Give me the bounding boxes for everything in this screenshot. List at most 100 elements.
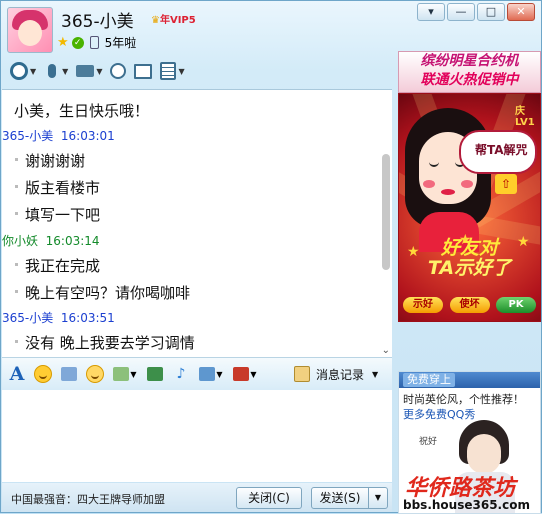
qq-online-icon[interactable]: ✓: [71, 36, 84, 49]
years-label: 5年啦: [104, 36, 137, 50]
pk-button[interactable]: PK: [496, 297, 536, 313]
voice-message-button[interactable]: ▼: [110, 363, 140, 385]
window-controls: ▾ — □ ✕: [417, 3, 535, 21]
message-history-button[interactable]: 消息记录 ▼: [294, 366, 378, 383]
character-cheek: [423, 180, 435, 188]
message-text: 小美，生日快乐哦！: [14, 102, 150, 120]
chevron-down-icon: ▼: [372, 369, 379, 379]
character-cheek: [461, 180, 473, 188]
app-button[interactable]: ▼: [157, 59, 187, 83]
avatar-face: [18, 20, 42, 46]
chat-window: 365-小美 ♛年VIP5 ★ ✓ 5年啦 ▾ — □ ✕ ▼ ▼ ▼ ▼ 小美…: [0, 0, 542, 514]
chevron-down-icon: ▼: [250, 369, 257, 379]
close-window-button[interactable]: ✕: [507, 3, 535, 21]
bubble-text[interactable]: 帮TA解咒: [475, 141, 528, 158]
history-icon: [294, 366, 310, 382]
chat-scrollbar[interactable]: [382, 154, 390, 270]
message-text: 没有 晚上我要去学习调情: [2, 332, 195, 353]
chat-history[interactable]: 小美，生日快乐哦！ 365-小美 16:03:01 谢谢谢谢 版主看楼市 填写一…: [2, 89, 392, 358]
toolbox-button[interactable]: ▼: [230, 363, 260, 385]
message-text: 版主看楼市: [2, 177, 100, 198]
avatar-face: [467, 434, 501, 474]
history-label: 消息记录: [316, 367, 365, 382]
scroll-to-bottom-icon[interactable]: ⌄: [382, 345, 390, 356]
music-icon: ♪: [176, 366, 186, 382]
chevron-down-icon: ▼: [62, 66, 69, 76]
message-text: 我正在完成: [2, 255, 100, 276]
message-header: 365-小美 16:03:01: [2, 129, 115, 143]
show-kindness-button[interactable]: 示好: [403, 297, 443, 313]
file-transfer-button[interactable]: ▼: [73, 59, 105, 83]
close-button[interactable]: 关闭(C): [236, 487, 302, 509]
game-action-buttons: 示好 使坏 PK: [403, 297, 536, 313]
maximize-button[interactable]: □: [477, 3, 505, 21]
chevron-down-icon: ▼: [30, 66, 37, 76]
mobile-icon[interactable]: [89, 36, 99, 49]
vip-crown-icon: ♛: [151, 15, 160, 26]
more-qq-show-link[interactable]: 更多免费QQ秀: [403, 406, 475, 422]
menu-button[interactable]: ▾: [417, 3, 445, 21]
chevron-down-icon: ▼: [216, 369, 223, 379]
message-text: 晚上有空吗？请你喝咖啡: [2, 282, 190, 303]
video-call-icon: [10, 62, 28, 80]
vip-prefix: 年: [159, 15, 170, 26]
send-options-button[interactable]: ▼: [368, 487, 388, 509]
ad-slogan: 时尚英伦风，个性推荐！: [403, 393, 524, 406]
music-button[interactable]: ♪: [170, 363, 192, 385]
news-ticker[interactable]: 中国最强音：四大王牌导师加盟: [11, 491, 165, 507]
chevron-down-icon: ▼: [178, 66, 185, 76]
chevron-down-icon: ▼: [130, 369, 137, 379]
ad-header: 免费穿上: [399, 372, 540, 388]
voice-call-icon: [48, 64, 57, 78]
app-icon: [160, 62, 177, 80]
level-badge: 庆LV1: [515, 106, 535, 128]
top-ad-line2: 联通火热促销中: [420, 72, 519, 88]
try-on-tab[interactable]: 免费穿上: [403, 373, 455, 387]
format-toolbar: A ▼ ♪ ▼ ▼ 消息记录 ▼: [2, 357, 392, 391]
image-icon: [147, 367, 163, 381]
smiley-icon: [34, 365, 52, 383]
chevron-down-icon: ▼: [96, 66, 103, 76]
contact-avatar[interactable]: [7, 7, 53, 53]
toolbox-icon: [233, 367, 250, 381]
speech-note: 祝好: [419, 437, 438, 447]
shake-button[interactable]: [84, 363, 106, 385]
up-arrow-icon[interactable]: ⇧: [495, 174, 517, 194]
screenshot-button[interactable]: ▼: [196, 363, 226, 385]
magic-icon: [61, 367, 77, 381]
vip-label: VIP5: [169, 15, 196, 26]
invite-button[interactable]: [107, 59, 129, 83]
video-call-button[interactable]: ▼: [7, 59, 39, 83]
message-header: 你小妖 16:03:14: [2, 234, 100, 248]
voice-message-icon: [113, 367, 130, 381]
voice-call-button[interactable]: ▼: [41, 59, 71, 83]
forum-url-watermark: bbs.house365.com: [403, 498, 530, 512]
top-ad-banner[interactable]: 缤纷明星合约机 联通火热促销中: [398, 51, 541, 93]
qq-show-ad[interactable]: 免费穿上 时尚英伦风，个性推荐！ 更多免费QQ秀 祝好 华侨路茶坊 bbs.ho…: [398, 371, 541, 514]
remote-assist-icon: [134, 63, 153, 79]
banner-line2: TA示好了: [427, 257, 512, 279]
font-button[interactable]: A: [6, 363, 28, 385]
file-transfer-icon: [76, 65, 95, 77]
message-header: 365-小美 16:03:51: [2, 311, 115, 325]
send-button[interactable]: 发送(S): [311, 487, 369, 509]
prank-button[interactable]: 使坏: [449, 297, 490, 313]
status-row: ★ ✓ 5年啦: [57, 34, 136, 51]
shake-icon: [86, 365, 104, 383]
screenshot-icon: [199, 367, 216, 381]
chevron-down-icon: ▼: [374, 493, 382, 502]
game-ad-panel[interactable]: 庆LV1 帮TA解咒 ⇧ ★ ★ ★ 好友对 TA示好了 示好 使坏 PK: [398, 93, 541, 322]
message-text: 谢谢谢谢: [2, 150, 85, 171]
game-banner-text: 好友对 TA示好了: [399, 238, 540, 278]
remote-assist-button[interactable]: [131, 59, 155, 83]
vip-badge[interactable]: ♛年VIP5: [151, 11, 196, 26]
star-icon[interactable]: ★: [57, 35, 69, 50]
message-input[interactable]: [2, 390, 392, 482]
send-image-button[interactable]: [144, 363, 166, 385]
top-ad-line1: 缤纷明星合约机: [420, 53, 519, 69]
contact-name: 365-小美: [61, 12, 134, 32]
invite-icon: [110, 63, 127, 79]
magic-emoji-button[interactable]: [58, 363, 80, 385]
minimize-button[interactable]: —: [447, 3, 475, 21]
emoji-button[interactable]: [32, 363, 54, 385]
